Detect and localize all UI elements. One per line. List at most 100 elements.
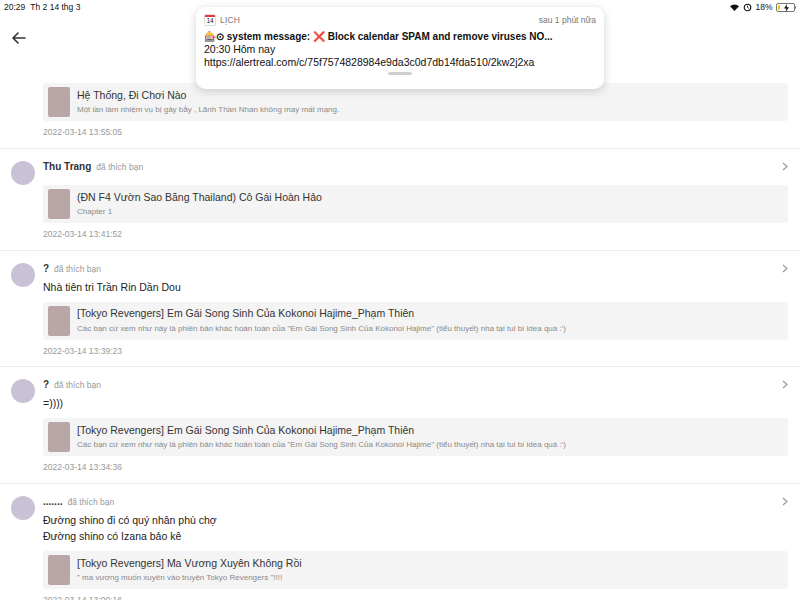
user-name[interactable]: ? [43, 261, 49, 276]
battery-text: 18% [755, 1, 772, 14]
charging-bolt-icon [783, 4, 790, 12]
name-row: ....... đã thích bạn [43, 494, 788, 509]
user-avatar[interactable] [11, 263, 35, 287]
user-avatar[interactable] [11, 161, 35, 185]
calendar-icon-day: 14 [205, 17, 215, 25]
comment: Nhà tiên tri Trần Rin Dần Dou [43, 280, 788, 296]
name-row: Thu Trang đã thích bạn [43, 159, 788, 174]
user-name[interactable]: ? [43, 377, 49, 392]
story-card[interactable]: [Tokyo Revengers] Em Gái Song Sinh Của K… [43, 418, 788, 456]
notification-item[interactable]: ....... đã thích bạn Đường shino đi có quý… [0, 484, 800, 600]
name-group: ....... đã thích bạn [43, 494, 114, 509]
action-text: đã thích bạn [54, 263, 101, 276]
item-time: 2022-03-14 13:34:36 [43, 461, 788, 474]
avatar-column [11, 159, 35, 185]
grabber-wrap [204, 72, 596, 75]
action-text: đã thích bạn [67, 496, 114, 509]
item-time: 2022-03-14 13:00:16 [43, 594, 788, 600]
notification-item[interactable]: ? đã thích bạn =)))) [Tokyo Revengers] Em G… [0, 367, 800, 484]
chevron-right-icon[interactable] [782, 162, 788, 171]
name-row: ? đã thích bạn [43, 377, 788, 392]
user-avatar[interactable] [11, 496, 35, 520]
notification-header: 14 LỊCH sau 1 phút nữa [204, 13, 596, 27]
item-content: ? đã thích bạn Nhà tiên tri Trần Rin Dần D… [43, 261, 788, 358]
item-time: 2022-03-14 13:39:23 [43, 345, 788, 358]
comment: Đường shino đi có quý nhân phù chợĐường … [43, 513, 788, 545]
story-card[interactable]: [Tokyo Revengers] Ma Vương Xuyên Không R… [43, 551, 788, 589]
name-row: ? đã thích bạn [43, 261, 788, 276]
story-text: [Tokyo Revengers] Em Gái Song Sinh Của K… [77, 307, 566, 333]
user-avatar[interactable] [11, 379, 35, 403]
story-text: [Tokyo Revengers] Ma Vương Xuyên Không R… [77, 557, 302, 583]
date: Th 2 14 thg 3 [30, 1, 80, 14]
story-title: [Tokyo Revengers] Em Gái Song Sinh Của K… [77, 307, 566, 320]
item-time: 2022-03-14 13:55:05 [43, 126, 788, 139]
grabber[interactable] [388, 72, 412, 75]
story-summary: Chapter 1 [77, 207, 322, 217]
story-cover [48, 422, 70, 452]
item-content: ? đã thích bạn =)))) [Tokyo Revengers] Em G… [43, 377, 788, 474]
story-text: (ĐN F4 Vườn Sao Băng Thailand) Cô Gái Ho… [77, 191, 322, 217]
story-card[interactable]: [Tokyo Revengers] Em Gái Song Sinh Của K… [43, 302, 788, 340]
avatar-column [11, 261, 35, 287]
chevron-right-icon[interactable] [782, 380, 788, 389]
battery-icon [776, 3, 797, 12]
notification-item[interactable]: ? đã thích bạn Nhà tiên tri Trần Rin Dần D… [0, 251, 800, 368]
comment-line: =)))) [43, 396, 788, 412]
story-summary: Các bạn cứ xem như này là phiên bản khác… [77, 440, 566, 450]
notification-title: 🎰⊙ system message: ❌ Block calendar SPAM… [204, 30, 596, 43]
story-cover [48, 555, 70, 585]
item-content: ....... đã thích bạn Đường shino đi có quý… [43, 494, 788, 600]
calendar-icon-top [205, 15, 215, 17]
item-time: 2022-03-14 13:41:52 [43, 228, 788, 241]
clock: 20:29 [4, 1, 25, 14]
app-name: LỊCH [220, 14, 240, 27]
status-left: 20:29 Th 2 14 thg 3 [4, 1, 80, 14]
story-text: Hệ Thống, Đi Chơi Nào Một lần làm nhiệm v… [77, 89, 339, 115]
notification-link[interactable]: https://alertreal.com/c/75f7574828984e9d… [204, 56, 596, 69]
name-group: ? đã thích bạn [43, 261, 101, 276]
story-title: [Tokyo Revengers] Em Gái Song Sinh Của K… [77, 424, 566, 437]
calendar-app-icon: 14 [204, 14, 216, 26]
story-text: [Tokyo Revengers] Em Gái Song Sinh Của K… [77, 424, 566, 450]
back-arrow-icon[interactable] [11, 30, 27, 46]
story-cover [48, 306, 70, 336]
comment: =)))) [43, 396, 788, 412]
notification-when: sau 1 phút nữa [539, 14, 596, 27]
story-title: Hệ Thống, Đi Chơi Nào [77, 89, 339, 102]
comment-line: Nhà tiên tri Trần Rin Dần Dou [43, 280, 788, 296]
orientation-lock-icon [743, 3, 752, 12]
story-cover [48, 189, 70, 219]
action-text: đã thích bạn [54, 379, 101, 392]
name-group: Thu Trang đã thích bạn [43, 159, 143, 174]
status-right: 18% [729, 1, 796, 14]
chevron-right-icon[interactable] [782, 497, 788, 506]
action-text: đã thích bạn [96, 161, 143, 174]
user-name[interactable]: ....... [43, 494, 62, 509]
avatar-column [11, 377, 35, 403]
story-cover [48, 87, 70, 117]
user-name[interactable]: Thu Trang [43, 159, 91, 174]
chevron-right-icon[interactable] [782, 264, 788, 273]
battery-cap [795, 6, 797, 9]
wifi-icon [729, 3, 740, 12]
comment-line: Đường shino đi có quý nhân phù chợ [43, 513, 788, 529]
notification-list: Hệ Thống, Đi Chơi Nào Một lần làm nhiệm v… [0, 70, 800, 600]
name-group: ? đã thích bạn [43, 377, 101, 392]
notification-time: 20:30 Hôm nay [204, 43, 596, 56]
story-card[interactable]: (ĐN F4 Vườn Sao Băng Thailand) Cô Gái Ho… [43, 185, 788, 223]
story-summary: " ma vương muốn xuyên vào truyện Tokyo R… [77, 573, 302, 583]
avatar-column [11, 494, 35, 520]
story-title: (ĐN F4 Vườn Sao Băng Thailand) Cô Gái Ho… [77, 191, 322, 204]
comment-line: Đường shino có Izana bảo kê [43, 529, 788, 545]
story-title: [Tokyo Revengers] Ma Vương Xuyên Không R… [77, 557, 302, 570]
notification-item[interactable]: Thu Trang đã thích bạn (ĐN F4 Vườn Sao Băn… [0, 149, 800, 251]
battery-fill [778, 5, 781, 10]
item-content: Hệ Thống, Đi Chơi Nào Một lần làm nhiệm v… [43, 83, 788, 139]
item-content: Thu Trang đã thích bạn (ĐN F4 Vườn Sao Băn… [43, 159, 788, 241]
story-summary: Một lần làm nhiệm vụ bị gày bẫy , Lãnh T… [77, 105, 339, 115]
notification-app: 14 LỊCH [204, 14, 240, 27]
battery-track [776, 3, 795, 12]
calendar-notification[interactable]: 14 LỊCH sau 1 phút nữa 🎰⊙ system message: ❌… [196, 7, 604, 89]
spacer [43, 178, 788, 185]
